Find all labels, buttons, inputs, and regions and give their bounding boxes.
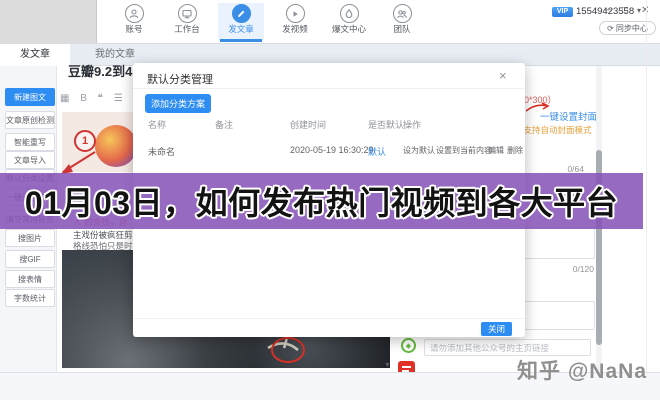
col-header-remark: 备注: [215, 118, 233, 131]
team-icon: [393, 4, 412, 23]
minimize-button[interactable]: ─: [604, 5, 611, 16]
nav-label: 发文章: [218, 24, 264, 34]
col-header-actions: 操作: [403, 118, 421, 131]
sidebar-item-import-article[interactable]: 文章导入: [5, 151, 55, 169]
modal-title: 默认分类管理: [147, 71, 213, 87]
article-image-figure: [95, 125, 137, 167]
red-annotation-ellipse: [271, 337, 305, 363]
panel-right-border: [646, 0, 647, 372]
app-window: 账号 工作台 发文章 发视频 爆文中心 团队 VIP 15549423558 ▾…: [0, 0, 660, 400]
sync-center-button[interactable]: ⟳ 同步中心: [599, 21, 656, 35]
cover-refresh-icon[interactable]: ◆: [401, 338, 416, 353]
nav-item-team[interactable]: 团队: [379, 3, 425, 41]
article-title: 豆瓣9.2到4.8: [68, 61, 143, 80]
modal-close-button[interactable]: 关闭: [481, 322, 512, 336]
active-nav-underline: [220, 39, 262, 42]
modal-close-icon[interactable]: ×: [499, 68, 507, 83]
account-icon: [125, 4, 144, 23]
sidebar-item-new-article[interactable]: 新建图文: [5, 88, 55, 106]
nav-label: 发视频: [272, 24, 318, 34]
homepage-link-input[interactable]: [424, 339, 591, 356]
row-name: 未命名: [148, 145, 175, 158]
annotation-circle-1: 1: [74, 130, 96, 152]
nav-label: 爆文中心: [326, 24, 372, 34]
sidebar-item-search-emoji[interactable]: 搜表情: [5, 270, 55, 288]
nav-item-publish-article[interactable]: 发文章: [218, 3, 264, 41]
action-edit[interactable]: 编辑: [488, 145, 504, 156]
headline-banner: 01月03日，如何发布热门视频到各大平台: [0, 173, 643, 229]
action-apply-current[interactable]: 设置到当前内容: [436, 145, 492, 156]
platform-caret-icon[interactable]: ▼: [384, 362, 391, 369]
sidebar-item-search-image[interactable]: 搜图片: [5, 229, 55, 247]
sidebar-item-smart-rewrite[interactable]: 智能重写: [5, 133, 55, 151]
modal-header-divider: [133, 88, 525, 89]
sidebar-item-originality-check[interactable]: 文章原创检测: [5, 111, 55, 129]
nav-label: 工作台: [164, 24, 210, 34]
col-header-name: 名称: [148, 118, 166, 131]
vip-badge: VIP: [552, 7, 573, 17]
row-default-badge: 默认: [368, 145, 386, 158]
flame-icon: [340, 4, 359, 23]
summary-counter: 0/120: [558, 264, 594, 274]
action-set-default[interactable]: 设为默认: [403, 145, 435, 156]
titlebar-left-spacer: [0, 0, 97, 43]
nav-label: 团队: [379, 24, 425, 34]
sidebar-item-word-count[interactable]: 字数统计: [5, 289, 55, 307]
headline-text: 01月03日，如何发布热门视频到各大平台: [25, 178, 618, 224]
action-delete[interactable]: 删除: [507, 145, 523, 156]
tab-publish-article[interactable]: 发文章: [0, 44, 70, 66]
workbench-icon: [178, 4, 197, 23]
sidebar-item-search-gif[interactable]: 搜GIF: [5, 250, 55, 268]
play-icon: [286, 4, 305, 23]
one-click-cover-link[interactable]: 一键设置封面: [540, 109, 597, 123]
col-header-created: 创建时间: [290, 118, 326, 131]
add-category-button[interactable]: 添加分类方案: [145, 94, 211, 113]
nav-item-publish-video[interactable]: 发视频: [272, 3, 318, 41]
refresh-icon: ⟳: [607, 24, 614, 33]
col-header-is-default: 是否默认: [368, 118, 404, 131]
nav-label: 账号: [111, 24, 157, 34]
pencil-icon: [232, 4, 251, 23]
sync-center-label: 同步中心: [616, 23, 648, 34]
modal-footer-divider: [133, 318, 525, 319]
watermark: 知乎 @NaNa: [517, 355, 647, 385]
nav-item-workbench[interactable]: 工作台: [164, 3, 210, 41]
nav-item-hot-center[interactable]: 爆文中心: [326, 3, 372, 41]
maximize-button[interactable]: □: [622, 5, 628, 16]
row-created-at: 2020-05-19 16:30:29: [290, 145, 374, 155]
nav-item-account[interactable]: 账号: [111, 3, 157, 41]
